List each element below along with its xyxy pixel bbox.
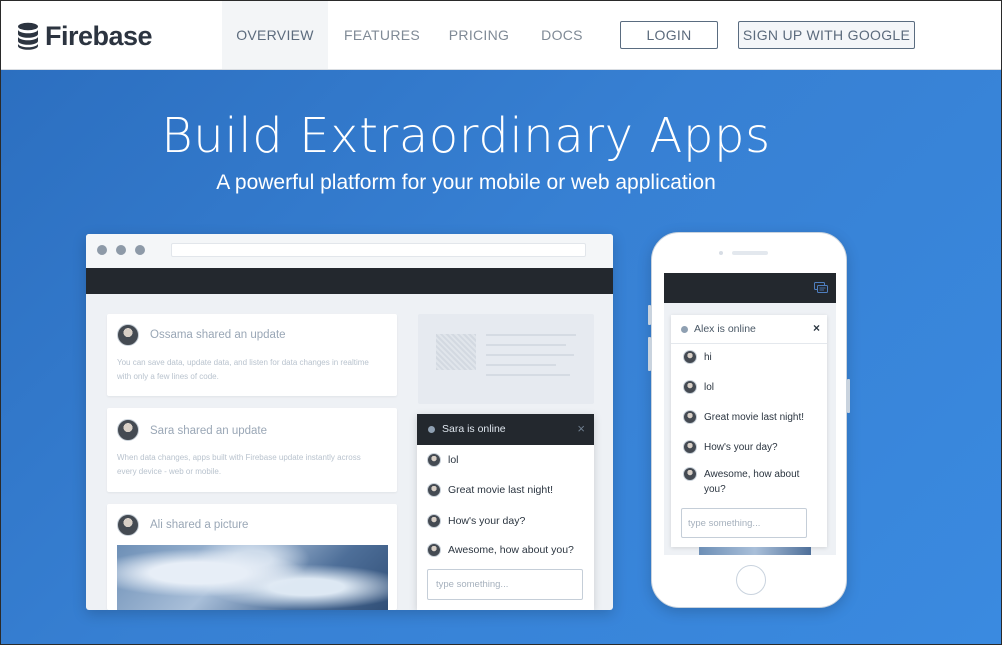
- chat-input[interactable]: [681, 508, 807, 538]
- avatar: [683, 350, 697, 364]
- avatar: [427, 453, 441, 467]
- chat-bubbles-icon[interactable]: [814, 281, 828, 299]
- address-bar: [171, 243, 586, 257]
- online-status-icon: [428, 426, 435, 433]
- shared-picture: [117, 545, 388, 610]
- phone-side-button: [847, 379, 850, 413]
- feed-card: Ossama shared an update You can save dat…: [107, 314, 397, 396]
- chat-message: Great movie last night!: [427, 481, 553, 499]
- chat-message-text: Awesome, how about you?: [448, 544, 574, 556]
- database-stack-icon: [17, 22, 39, 50]
- browser-chrome: [86, 234, 613, 268]
- feed-body: When data changes, apps built with Fireb…: [117, 453, 361, 476]
- chat-message: hi: [683, 348, 712, 366]
- avatar: [117, 324, 139, 346]
- chat-message-text: Great movie last night!: [448, 484, 554, 496]
- chat-header-label: Sara is online: [442, 423, 506, 435]
- hero-subtitle: A powerful platform for your mobile or w…: [216, 171, 716, 194]
- phone-screen: Alex is online × hi lol Great movie last…: [664, 273, 836, 555]
- avatar: [683, 440, 697, 454]
- avatar: [117, 419, 139, 441]
- chat-message: Great movie last night!: [683, 408, 804, 426]
- placeholder-line: [486, 344, 566, 346]
- phone-camera: [719, 251, 723, 255]
- chat-message: lol: [683, 378, 714, 396]
- close-icon[interactable]: ×: [577, 421, 585, 436]
- feed-card: Ali shared a picture: [107, 504, 397, 610]
- chat-header: Sara is online ×: [417, 414, 594, 445]
- avatar: [683, 410, 697, 424]
- nav-features[interactable]: FEATURES: [336, 1, 428, 69]
- phone-side-button: [648, 337, 651, 371]
- chat-header-label: Alex is online: [694, 323, 756, 335]
- chat-message-text: lol: [704, 381, 715, 393]
- hero-section: Build Extraordinary Apps A powerful plat…: [1, 70, 1001, 644]
- window-dot-icon: [135, 245, 145, 255]
- placeholder-line: [486, 364, 556, 366]
- signup-google-button[interactable]: SIGN UP WITH GOOGLE: [738, 21, 915, 49]
- chat-message: Awesome, how about you?: [683, 467, 814, 501]
- feed-card: Sara shared an update When data changes,…: [107, 408, 397, 492]
- avatar: [427, 543, 441, 557]
- chat-message: How's your day?: [427, 512, 525, 530]
- feed-body: You can save data, update data, and list…: [117, 358, 369, 381]
- nav-overview[interactable]: OVERVIEW: [222, 1, 328, 69]
- chat-message-text: Great movie last night!: [704, 411, 805, 423]
- brand-logo[interactable]: Firebase: [17, 20, 153, 52]
- shared-picture: [699, 547, 811, 555]
- feed-title: Sara shared an update: [150, 425, 268, 437]
- avatar: [427, 514, 441, 528]
- phone-side-button: [648, 305, 651, 325]
- phone-mockup: Alex is online × hi lol Great movie last…: [648, 232, 850, 608]
- hero-title: Build Extraordinary Apps: [161, 108, 771, 164]
- desktop-chat-window: Sara is online × lol Great movie last ni…: [417, 414, 594, 610]
- chat-header: Alex is online ×: [671, 315, 827, 344]
- chat-message: How's your day?: [683, 438, 778, 456]
- nav-docs[interactable]: DOCS: [531, 1, 593, 69]
- browser-mockup: Ossama shared an update You can save dat…: [86, 234, 613, 610]
- close-icon[interactable]: ×: [813, 321, 820, 335]
- online-status-icon: [681, 326, 688, 333]
- top-navbar: Firebase OVERVIEW FEATURES PRICING DOCS …: [1, 1, 1001, 70]
- nav-pricing[interactable]: PRICING: [441, 1, 517, 69]
- window-dot-icon: [116, 245, 126, 255]
- window-dot-icon: [97, 245, 107, 255]
- login-button[interactable]: LOGIN: [620, 21, 718, 49]
- placeholder-widget: [418, 314, 594, 404]
- app-topbar: [86, 268, 613, 294]
- chat-message: lol: [427, 451, 459, 469]
- chat-message-text: lol: [448, 454, 459, 466]
- image-placeholder-icon: [436, 334, 476, 370]
- placeholder-line: [486, 354, 574, 356]
- feed-title: Ossama shared an update: [150, 329, 286, 341]
- app-topbar: [664, 273, 836, 303]
- chat-message-text: Awesome, how about you?: [704, 469, 800, 495]
- mobile-chat-window: Alex is online × hi lol Great movie last…: [671, 315, 827, 547]
- placeholder-line: [486, 374, 570, 376]
- chat-message: Awesome, how about you?: [427, 541, 574, 559]
- phone-speaker: [732, 251, 768, 255]
- chat-message-text: hi: [704, 351, 712, 363]
- chat-message-text: How's your day?: [704, 441, 778, 453]
- chat-message-text: How's your day?: [448, 515, 526, 527]
- avatar: [117, 514, 139, 536]
- chat-input[interactable]: [427, 569, 583, 600]
- brand-name: Firebase: [45, 20, 153, 51]
- avatar: [683, 467, 697, 481]
- feed-title: Ali shared a picture: [150, 519, 249, 531]
- placeholder-line: [486, 334, 576, 336]
- home-button[interactable]: [736, 565, 766, 595]
- avatar: [683, 380, 697, 394]
- avatar: [427, 483, 441, 497]
